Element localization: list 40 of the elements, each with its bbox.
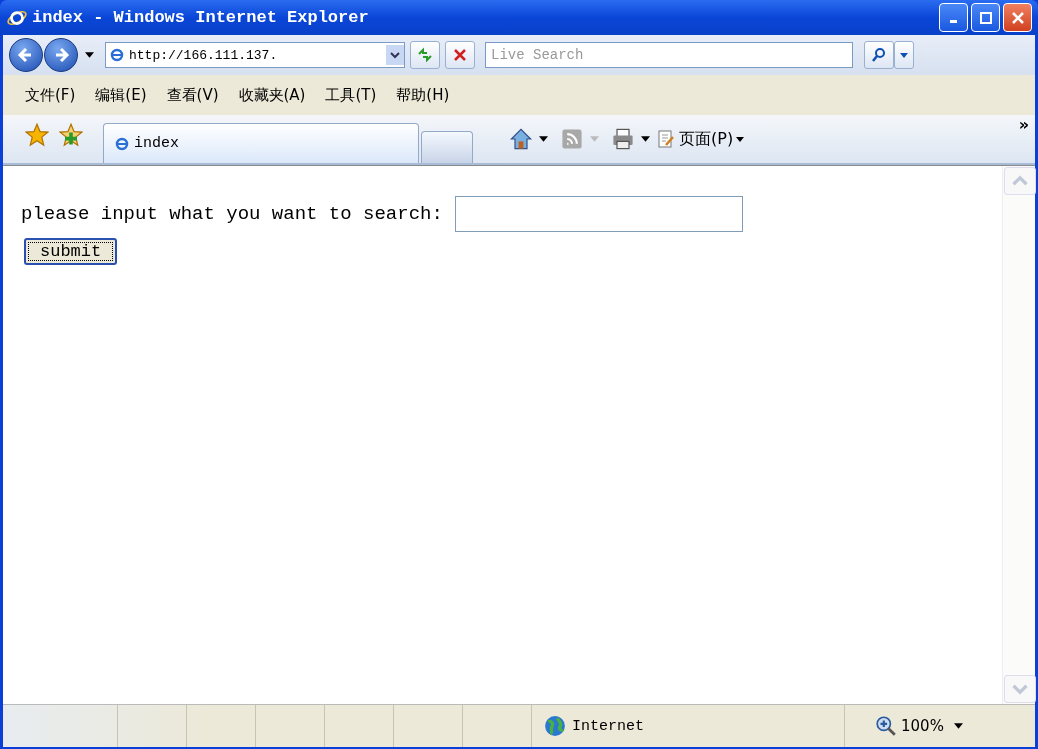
- search-button[interactable]: [864, 41, 894, 69]
- dropdown-icon[interactable]: [386, 44, 404, 66]
- caret-icon: [736, 136, 745, 142]
- prompt-text: please input what you want to search:: [21, 203, 443, 225]
- input-field[interactable]: [454, 196, 743, 232]
- security-zone-text: Internet: [572, 717, 644, 735]
- close-icon: [1010, 10, 1025, 25]
- caret-icon[interactable]: [85, 52, 94, 58]
- forward-button[interactable]: [44, 38, 78, 72]
- stop-icon: [452, 47, 468, 63]
- caret-icon[interactable]: [641, 136, 650, 142]
- overflow-button[interactable]: »: [1018, 115, 1029, 134]
- caret-icon: [900, 52, 908, 58]
- refresh-icon: [417, 47, 433, 63]
- add-favorite-icon[interactable]: [59, 123, 83, 147]
- maximize-button[interactable]: [971, 3, 1000, 32]
- refresh-button[interactable]: [410, 41, 440, 69]
- stop-button[interactable]: [445, 41, 475, 69]
- search-icon: [871, 47, 887, 63]
- caret-icon[interactable]: [953, 723, 963, 729]
- page-menu-button[interactable]: 页面(P): [656, 128, 745, 150]
- search-field[interactable]: Live Search: [485, 42, 853, 68]
- address-field[interactable]: http://166.111.137.: [105, 42, 405, 68]
- caret-icon[interactable]: [539, 136, 548, 142]
- maximize-icon: [978, 10, 993, 25]
- star-icon[interactable]: [25, 123, 49, 147]
- close-button[interactable]: [1003, 3, 1032, 32]
- home-icon[interactable]: [509, 127, 533, 151]
- page-edit-icon: [656, 129, 676, 149]
- minimize-icon: [950, 20, 957, 23]
- back-button[interactable]: [9, 38, 43, 72]
- globe-icon: [544, 715, 566, 737]
- minimize-button[interactable]: [939, 3, 968, 32]
- zoom-icon[interactable]: [875, 715, 897, 737]
- window-title: index - Windows Internet Explorer: [32, 8, 370, 27]
- browser-tab[interactable]: index: [103, 123, 419, 163]
- submit-button[interactable]: submit: [24, 238, 118, 265]
- printer-icon[interactable]: [611, 127, 635, 151]
- zoom-level-text[interactable]: 100%: [901, 717, 944, 735]
- search-options-button[interactable]: [894, 41, 914, 69]
